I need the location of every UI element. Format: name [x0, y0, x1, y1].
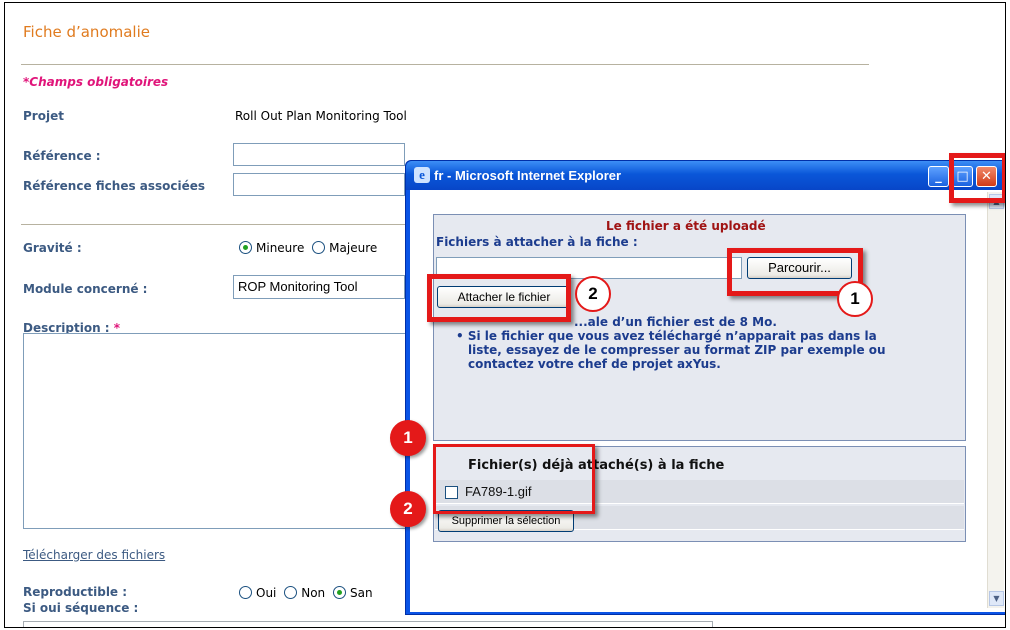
bullet-icon: •: [456, 329, 468, 343]
required-note: *Champs obligatoires: [23, 75, 169, 89]
hint-line-2: liste, essayez de le compresser au forma…: [468, 343, 886, 357]
uploaded-message: Le fichier a été uploadé: [606, 219, 766, 233]
reproductible-non-label: Non: [301, 586, 326, 600]
max-size-note: ...ale d’un fichier est de 8 Mo.: [574, 315, 777, 329]
hint-line-1: • Si le fichier que vous avez téléchargé…: [456, 329, 877, 343]
popup-client-area: Le fichier a été uploadé Fichiers à atta…: [410, 190, 1005, 612]
attach-step-badge: 2: [575, 276, 611, 312]
reproductible-oui-label: Oui: [256, 586, 277, 600]
module-select-value: ROP Monitoring Tool: [238, 279, 358, 294]
reproductible-sans-radio[interactable]: [332, 586, 346, 599]
close-highlight-box: [949, 153, 1005, 203]
projet-value: Roll Out Plan Monitoring Tool: [235, 109, 407, 123]
reference-label: Référence :: [23, 149, 101, 163]
description-textarea[interactable]: [23, 333, 423, 529]
ref-associees-label: Référence fiches associées: [23, 179, 206, 193]
delete-step-badge: 2: [390, 491, 426, 527]
projet-label: Projet: [23, 109, 64, 123]
reference-input[interactable]: [233, 143, 405, 166]
page-frame: Fiche d’anomalie *Champs obligatoires Pr…: [4, 2, 1006, 628]
popup-title: fr - Microsoft Internet Explorer: [434, 168, 622, 183]
gravite-label: Gravité :: [23, 241, 82, 255]
gravite-radio-group: Mineure Majeure: [239, 241, 377, 255]
file-list-highlight-box: [433, 444, 595, 514]
hint-line-1-text: Si le fichier que vous avez téléchargé n…: [467, 329, 877, 343]
popup-scrollbar[interactable]: ▲ ▼: [987, 192, 1004, 608]
module-select[interactable]: ROP Monitoring Tool: [233, 275, 405, 299]
page-title: Fiche d’anomalie: [23, 23, 150, 41]
hint-line-3: contactez votre chef de projet axYus.: [468, 357, 721, 371]
section-divider: [21, 224, 405, 225]
ie-logo-icon: e: [414, 167, 430, 183]
minimize-icon[interactable]: _: [928, 166, 949, 187]
title-divider: [21, 64, 869, 65]
sequence-input[interactable]: [23, 621, 713, 627]
gravite-mineure-radio[interactable]: [239, 241, 252, 254]
reproductible-radio-group: Oui Non San: [239, 586, 373, 600]
files-to-attach-label: Fichiers à attacher à la fiche :: [436, 235, 638, 249]
reproductible-non-radio[interactable]: [284, 586, 298, 599]
popup-titlebar[interactable]: e fr - Microsoft Internet Explorer _ □ ✕: [406, 161, 1005, 190]
attach-highlight-box: [427, 274, 571, 322]
reproductible-oui-radio[interactable]: [239, 586, 252, 599]
gravite-mineure-label: Mineure: [256, 241, 305, 255]
ie-popup-window: e fr - Microsoft Internet Explorer _ □ ✕…: [405, 160, 1005, 615]
ref-associees-input[interactable]: [233, 173, 405, 196]
reproductible-label: Reproductible :: [23, 585, 128, 599]
gravite-majeure-radio[interactable]: [312, 241, 326, 254]
download-files-link[interactable]: Télécharger des fichiers: [23, 548, 165, 562]
select-file-step-badge: 1: [390, 420, 426, 456]
sequence-label: Si oui séquence :: [23, 601, 139, 615]
browse-step-badge: 1: [837, 281, 873, 317]
gravite-majeure-label: Majeure: [329, 241, 378, 255]
scroll-down-icon[interactable]: ▼: [989, 591, 1004, 606]
reproductible-sans-label: San: [349, 586, 373, 600]
module-label: Module concerné :: [23, 282, 148, 296]
